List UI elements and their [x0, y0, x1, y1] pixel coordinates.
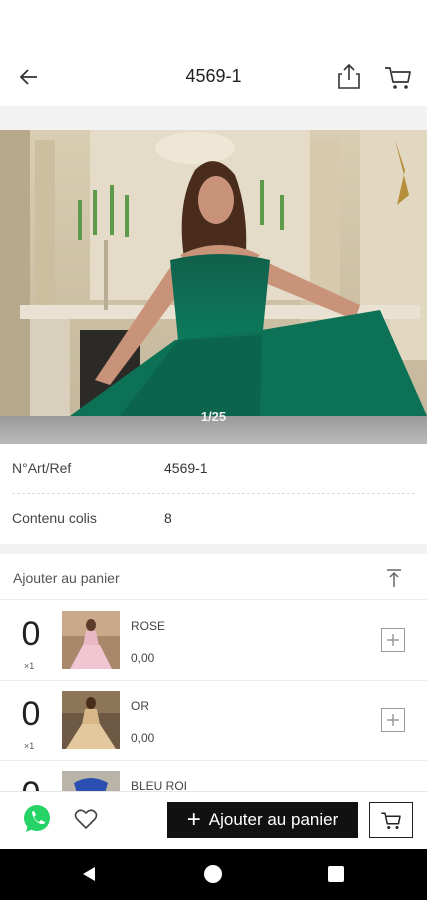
scroll-top-button[interactable]: [383, 567, 405, 589]
detail-label: Contenu colis: [12, 510, 97, 526]
heart-icon: [74, 809, 98, 829]
product-image[interactable]: [0, 130, 427, 416]
detail-label: N°Art/Ref: [12, 460, 72, 476]
image-counter: 1/25: [200, 409, 227, 424]
system-navigation-bar: [0, 849, 427, 900]
gold-dress-thumbnail: [62, 691, 120, 749]
whatsapp-button[interactable]: [22, 804, 52, 834]
add-to-cart-label: Ajouter au panier: [208, 810, 339, 829]
detail-value: 4569-1: [164, 460, 208, 476]
app-bar: 4569-1: [0, 48, 427, 106]
system-back-button[interactable]: [80, 865, 98, 888]
add-to-cart-button[interactable]: + Ajouter au panier: [167, 802, 358, 838]
quantity-value: 0: [21, 695, 41, 733]
variant-thumbnail[interactable]: [62, 611, 120, 669]
plus-icon: [387, 634, 399, 646]
cart-icon: [385, 67, 411, 89]
quantity-multiplier: ×1: [24, 741, 35, 751]
divider: [12, 493, 415, 494]
product-photo: [0, 130, 427, 416]
cart-button[interactable]: [382, 61, 414, 93]
view-cart-button[interactable]: [369, 802, 413, 838]
product-details: N°Art/Ref 4569-1 Contenu colis 8: [0, 444, 427, 544]
separator: [0, 106, 427, 130]
separator: [0, 544, 427, 554]
increment-button[interactable]: [381, 708, 405, 732]
add-to-cart-header: Ajouter au panier: [0, 554, 427, 600]
whatsapp-icon: [24, 805, 50, 832]
variant-row-or: 0 ×1 OR 0,00: [0, 681, 427, 761]
variant-price: 0,00: [131, 731, 155, 745]
quantity-multiplier: ×1: [24, 661, 35, 671]
section-title: Ajouter au panier: [13, 570, 120, 586]
system-recents-button[interactable]: [328, 866, 344, 882]
variant-thumbnail[interactable]: [62, 691, 120, 749]
arrow-to-top-icon: [387, 569, 401, 587]
bottom-action-bar: + Ajouter au panier: [0, 791, 427, 849]
detail-row-ref: N°Art/Ref 4569-1: [12, 444, 415, 494]
cart-icon: [381, 812, 401, 829]
increment-button[interactable]: [381, 628, 405, 652]
share-button[interactable]: [334, 61, 364, 91]
plus-icon: +: [186, 806, 201, 833]
favorite-button[interactable]: [73, 807, 99, 831]
detail-value: 8: [164, 510, 172, 526]
variant-row-rose: 0 ×1 ROSE 0,00: [0, 601, 427, 681]
variant-price: 0,00: [131, 651, 155, 665]
system-home-button[interactable]: [204, 865, 222, 883]
quantity-value: 0: [21, 615, 41, 653]
detail-row-package: Contenu colis 8: [12, 494, 415, 544]
status-bar: [0, 0, 427, 48]
variant-name: OR: [131, 699, 149, 713]
rose-dress-thumbnail: [62, 611, 120, 669]
triangle-back-icon: [83, 867, 95, 881]
variant-name: ROSE: [131, 619, 166, 633]
plus-icon: [387, 714, 399, 726]
share-icon: [338, 63, 360, 89]
